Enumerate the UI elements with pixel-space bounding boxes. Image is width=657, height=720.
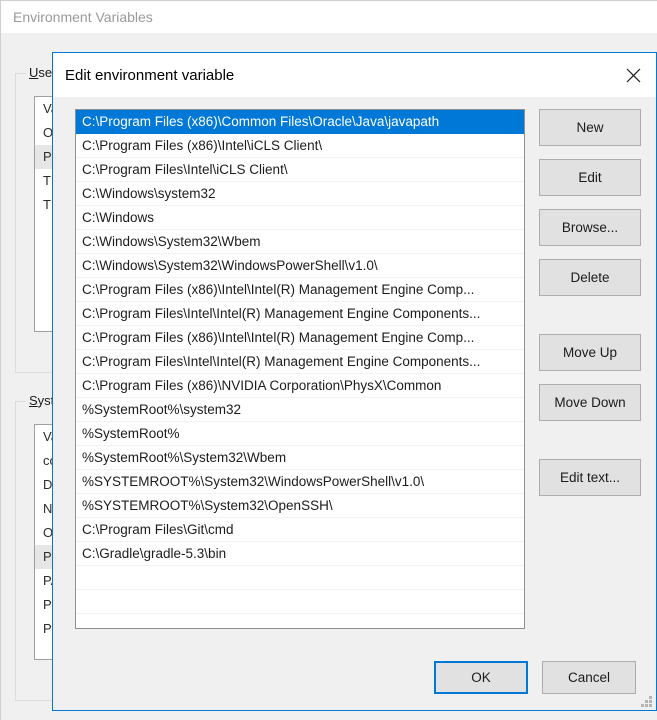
path-entry-row[interactable]: C:\Program Files\Git\cmd xyxy=(76,518,524,542)
move-down-button[interactable]: Move Down xyxy=(539,384,641,421)
dialog-title: Edit environment variable xyxy=(65,66,235,84)
system-legend-accel: S xyxy=(29,393,38,408)
path-entry-row[interactable]: C:\Windows xyxy=(76,206,524,230)
path-entry-row[interactable]: C:\Program Files (x86)\Intel\Intel(R) Ma… xyxy=(76,326,524,350)
background-window-title: Environment Variables xyxy=(13,9,153,25)
path-entry-row[interactable]: C:\Program Files\Intel\iCLS Client\ xyxy=(76,158,524,182)
resize-grip[interactable] xyxy=(639,694,652,707)
path-entry-row[interactable]: C:\Program Files (x86)\Intel\Intel(R) Ma… xyxy=(76,278,524,302)
path-entry-empty-row[interactable] xyxy=(76,566,524,590)
move-up-button[interactable]: Move Up xyxy=(539,334,641,371)
edit-text-button[interactable]: Edit text... xyxy=(539,459,641,496)
ok-button[interactable]: OK xyxy=(434,660,528,694)
close-icon[interactable] xyxy=(610,53,656,97)
path-entry-row[interactable]: C:\Program Files (x86)\Intel\iCLS Client… xyxy=(76,134,524,158)
background-title-bar: Environment Variables xyxy=(1,1,657,33)
new-button[interactable]: New xyxy=(539,109,641,146)
path-entry-row[interactable]: C:\Gradle\gradle-5.3\bin xyxy=(76,542,524,566)
path-entry-row[interactable]: C:\Program Files (x86)\NVIDIA Corporatio… xyxy=(76,374,524,398)
path-entry-row[interactable]: %SystemRoot%\System32\Wbem xyxy=(76,446,524,470)
path-entry-row[interactable]: C:\Program Files\Intel\Intel(R) Manageme… xyxy=(76,350,524,374)
path-entry-row[interactable]: C:\Windows\System32\Wbem xyxy=(76,230,524,254)
dialog-title-bar: Edit environment variable xyxy=(53,53,656,97)
edit-button[interactable]: Edit xyxy=(539,159,641,196)
path-entry-empty-row[interactable] xyxy=(76,590,524,614)
browse-button[interactable]: Browse... xyxy=(539,209,641,246)
path-entry-row[interactable]: C:\Windows\system32 xyxy=(76,182,524,206)
cancel-button[interactable]: Cancel xyxy=(542,660,636,694)
path-entry-row[interactable]: %SYSTEMROOT%\System32\OpenSSH\ xyxy=(76,494,524,518)
user-legend-accel: U xyxy=(29,65,39,80)
screen: Environment Variables User VaOnPaTETM Sy… xyxy=(0,0,657,720)
path-entry-row[interactable]: %SystemRoot% xyxy=(76,422,524,446)
delete-button[interactable]: Delete xyxy=(539,259,641,296)
dialog-footer: OK Cancel xyxy=(53,644,656,710)
path-entry-row[interactable]: %SYSTEMROOT%\System32\WindowsPowerShell\… xyxy=(76,470,524,494)
edit-environment-variable-dialog: Edit environment variable C:\Program Fil… xyxy=(52,52,657,711)
path-entry-row[interactable]: %SystemRoot%\system32 xyxy=(76,398,524,422)
path-entry-row[interactable]: C:\Program Files\Intel\Intel(R) Manageme… xyxy=(76,302,524,326)
path-entries-list[interactable]: C:\Program Files (x86)\Common Files\Orac… xyxy=(75,109,525,629)
dialog-body: C:\Program Files (x86)\Common Files\Orac… xyxy=(53,97,656,644)
path-entry-row[interactable]: C:\Program Files (x86)\Common Files\Orac… xyxy=(76,110,524,134)
path-actions-button-column: New Edit Browse... Delete Move Up Move D… xyxy=(539,109,643,644)
path-entry-row[interactable]: C:\Windows\System32\WindowsPowerShell\v1… xyxy=(76,254,524,278)
